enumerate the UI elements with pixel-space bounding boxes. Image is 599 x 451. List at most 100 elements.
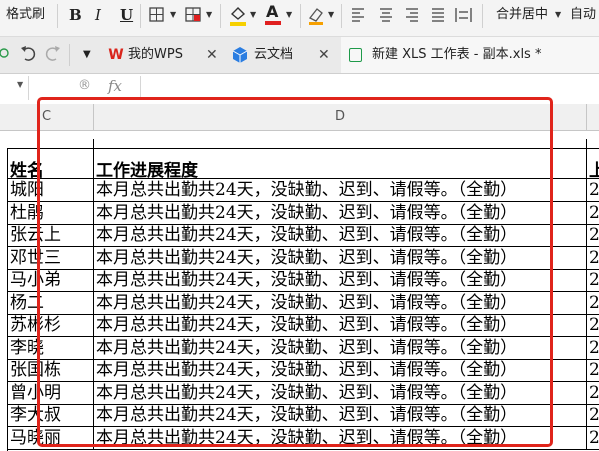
cell-name[interactable]: 李晓 [8, 336, 94, 360]
column-header-c[interactable]: C [0, 104, 94, 130]
toolbar-divider [140, 4, 141, 28]
cell-name[interactable]: 邓世三 [8, 246, 94, 270]
cell-name[interactable]: 张云上 [8, 224, 94, 247]
chevron-down-icon[interactable]: ▼ [286, 0, 292, 30]
cell-next[interactable]: 24 [587, 179, 599, 202]
ribbon-toolbar: 格式刷 B I U ▼ ▼ ▼ A ▼ ▼ 合并居中 ▼ 自动 [0, 0, 599, 37]
undo-button[interactable] [19, 37, 37, 73]
table-row: 城阳本月总共出勤共24天，没缺勤、迟到、请假等。（全勤）24 [0, 179, 599, 202]
quick-access-partial-icon[interactable] [0, 37, 12, 73]
formula-bar: ▼ ® fx [0, 74, 599, 105]
cell-name[interactable]: 杜鹃 [8, 201, 94, 225]
merge-center-button[interactable]: 合并居中 [496, 0, 548, 30]
function-r-icon[interactable]: ® [78, 78, 91, 93]
justify-button[interactable] [430, 0, 448, 30]
table-row: 张云上本月总共出勤共24天，没缺勤、迟到、请假等。（全勤）24 [0, 224, 599, 247]
insert-function-button[interactable]: fx [108, 77, 122, 95]
table-row: 杜鹃本月总共出勤共24天，没缺勤、迟到、请假等。（全勤）24 [0, 201, 599, 225]
fill-color-button[interactable] [228, 0, 250, 30]
align-left-icon [352, 8, 364, 22]
clear-format-button[interactable] [306, 0, 328, 30]
cell-name[interactable]: 苏彬杉 [8, 314, 94, 337]
tab-cloud-docs[interactable]: 云文档 [254, 37, 293, 73]
distributed-icon [455, 8, 472, 22]
align-center-button[interactable] [378, 0, 396, 30]
cell-progress[interactable]: 本月总共出勤共24天，没缺勤、迟到、请假等。（全勤） [94, 291, 587, 315]
header-cell-progress[interactable]: 工作进展程度 [94, 139, 587, 179]
header-cell-name[interactable]: 姓名 [8, 139, 94, 179]
close-icon[interactable]: ✕ [206, 37, 218, 73]
bold-button[interactable]: B [69, 0, 82, 30]
table-row: 张国栋本月总共出勤共24天，没缺勤、迟到、请假等。（全勤）24 [0, 359, 599, 382]
wps-logo-icon: W [108, 47, 124, 63]
underline-button[interactable]: U [120, 0, 133, 30]
tab-divider [69, 44, 70, 66]
cell-next[interactable]: 24 [587, 202, 599, 225]
cell-progress[interactable]: 本月总共出勤共24天，没缺勤、迟到、请假等。（全勤） [94, 314, 587, 337]
cell-name[interactable]: 马晓丽 [8, 426, 94, 450]
fill-pattern-icon [185, 7, 201, 22]
cell-style-button[interactable] [184, 0, 206, 30]
cell-next[interactable]: 24 [587, 292, 599, 315]
cell-next[interactable]: 24 [587, 247, 599, 270]
chevron-down-icon[interactable]: ▼ [83, 37, 91, 73]
chevron-down-icon[interactable]: ▼ [206, 0, 212, 30]
chevron-down-icon[interactable]: ▼ [555, 0, 561, 30]
cell-name[interactable]: 马小弟 [8, 269, 94, 292]
align-right-button[interactable] [404, 0, 422, 30]
cell-next[interactable]: 24 [587, 224, 599, 247]
border-icon [149, 7, 164, 22]
auto-wrap-button[interactable]: 自动 [570, 0, 596, 30]
chevron-down-icon[interactable]: ▼ [328, 0, 334, 30]
cell-name[interactable]: 张国栋 [8, 359, 94, 382]
cell-next[interactable]: 24 [587, 337, 599, 360]
cell-next[interactable]: 24 [587, 404, 599, 427]
table-row: 马小弟本月总共出勤共24天，没缺勤、迟到、请假等。（全勤）24 [0, 269, 599, 292]
cell-progress[interactable]: 本月总共出勤共24天，没缺勤、迟到、请假等。（全勤） [94, 224, 587, 247]
font-color-button[interactable]: A [264, 0, 286, 30]
cell-progress[interactable]: 本月总共出勤共24天，没缺勤、迟到、请假等。（全勤） [94, 246, 587, 270]
cell-next[interactable]: 24 [587, 269, 599, 292]
format-painter-button[interactable]: 格式刷 [6, 0, 45, 30]
redo-button[interactable] [44, 37, 62, 73]
table-row: 邓世三本月总共出勤共24天，没缺勤、迟到、请假等。（全勤）24 [0, 246, 599, 270]
italic-button[interactable]: I [95, 0, 101, 30]
cell-name[interactable]: 曾小明 [8, 381, 94, 405]
cell-next[interactable]: 24 [587, 359, 599, 382]
cell-progress[interactable]: 本月总共出勤共24天，没缺勤、迟到、请假等。（全勤） [94, 336, 587, 360]
chevron-down-icon[interactable]: ▼ [250, 0, 256, 30]
cell-progress[interactable]: 本月总共出勤共24天，没缺勤、迟到、请假等。（全勤） [94, 179, 587, 202]
formula-input[interactable] [140, 76, 599, 100]
column-header-e[interactable] [587, 104, 599, 130]
distributed-button[interactable] [455, 0, 473, 30]
tab-my-wps[interactable]: 我的WPS [128, 37, 183, 73]
align-right-icon [406, 8, 418, 22]
table-row: 马晓丽本月总共出勤共24天，没缺勤、迟到、请假等。（全勤）24 [0, 426, 599, 450]
chevron-down-icon[interactable]: ▼ [17, 80, 23, 89]
close-icon[interactable]: ✕ [318, 37, 330, 73]
cell-progress[interactable]: 本月总共出勤共24天，没缺勤、迟到、请假等。（全勤） [94, 201, 587, 225]
cell-name[interactable]: 杨二 [8, 291, 94, 315]
column-header-row: C D [0, 104, 599, 131]
name-box[interactable]: ▼ [0, 76, 29, 100]
column-header-d[interactable]: D [94, 104, 587, 130]
align-left-button[interactable] [350, 0, 368, 30]
cell-progress[interactable]: 本月总共出勤共24天，没缺勤、迟到、请假等。（全勤） [94, 359, 587, 382]
cell-progress[interactable]: 本月总共出勤共24天，没缺勤、迟到、请假等。（全勤） [94, 269, 587, 292]
border-button[interactable] [148, 0, 170, 30]
fill-color-icon [230, 7, 246, 26]
cell-progress[interactable]: 本月总共出勤共24天，没缺勤、迟到、请假等。（全勤） [94, 381, 587, 405]
toolbar-divider [57, 4, 58, 28]
cell-name[interactable]: 城阳 [8, 179, 94, 202]
cell-next[interactable]: 24 [587, 427, 599, 450]
header-cell-next[interactable]: 上 [587, 139, 599, 179]
search-icon [0, 48, 9, 58]
tab-active-file[interactable]: 新建 XLS 工作表 - 副本.xls * [341, 37, 599, 73]
toolbar-divider [341, 4, 342, 28]
cell-next[interactable]: 24 [587, 382, 599, 405]
cell-name[interactable]: 李大叔 [8, 404, 94, 427]
chevron-down-icon[interactable]: ▼ [170, 0, 176, 30]
cell-progress[interactable]: 本月总共出勤共24天，没缺勤、迟到、请假等。（全勤） [94, 426, 587, 450]
cell-next[interactable]: 24 [587, 314, 599, 337]
cell-progress[interactable]: 本月总共出勤共24天，没缺勤、迟到、请假等。（全勤） [94, 404, 587, 427]
